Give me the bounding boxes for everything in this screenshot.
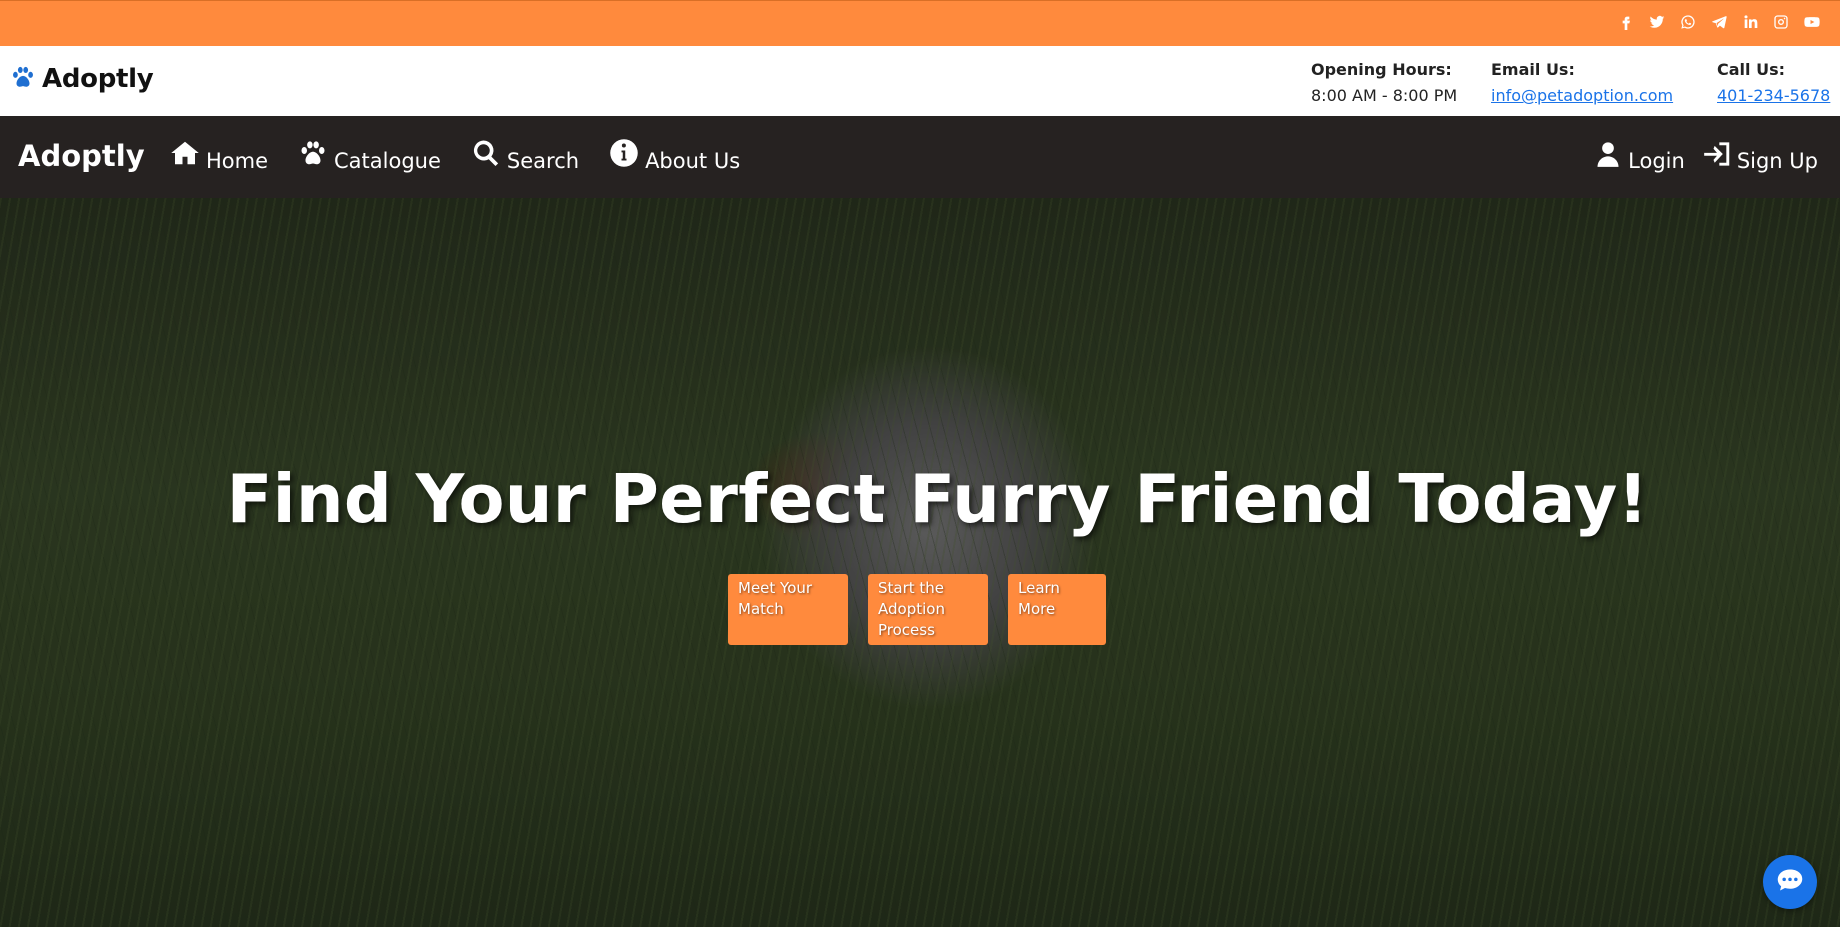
social-icons [1617,13,1820,30]
login-link[interactable]: Login [1594,140,1685,173]
learn-more-button[interactable]: Learn More [1008,574,1106,645]
hours-value: 8:00 AM - 8:00 PM [1311,86,1458,105]
email-us: Email Us: info@petadoption.com [1491,60,1673,105]
twitter-icon[interactable] [1648,13,1665,30]
nav-about[interactable]: About Us [609,138,740,173]
paw-icon [10,64,36,94]
signup-link[interactable]: Sign Up [1703,140,1818,173]
auth-links: Login Sign Up [1594,140,1818,173]
user-icon [1594,140,1622,173]
login-label: Login [1628,149,1685,173]
nav-catalogue-label: Catalogue [334,149,441,173]
hero-section: Find Your Perfect Furry Friend Today! Me… [0,198,1840,927]
call-us: Call Us: 401-234-5678 [1717,60,1830,105]
chat-icon [1776,866,1804,898]
facebook-icon[interactable] [1617,13,1634,30]
nav-brand[interactable]: Adoptly [18,139,145,173]
youtube-icon[interactable] [1803,13,1820,30]
phone-link[interactable]: 401-234-5678 [1717,86,1830,105]
nav-links: Home Catalogue Search About Us [170,138,740,173]
linkedin-icon[interactable] [1741,13,1758,30]
header-brand[interactable]: Adoptly [10,64,154,94]
chat-button[interactable] [1763,855,1817,909]
hero-buttons: Meet Your Match Start the Adoption Proce… [728,574,1106,645]
instagram-icon[interactable] [1772,13,1789,30]
signup-label: Sign Up [1736,149,1818,173]
hero-overlay [0,198,1840,927]
home-icon [170,138,200,173]
nav-catalogue[interactable]: Catalogue [298,138,441,173]
opening-hours: Opening Hours: 8:00 AM - 8:00 PM [1311,60,1457,105]
paw-icon [298,138,328,173]
telegram-icon[interactable] [1710,13,1727,30]
nav-about-label: About Us [645,149,741,173]
email-label: Email Us: [1491,60,1575,79]
social-bar [0,0,1840,46]
whatsapp-icon[interactable] [1679,13,1696,30]
nav-search-label: Search [506,149,580,173]
call-label: Call Us: [1717,60,1785,79]
main-nav: Adoptly Home Catalogue Search About Us L… [0,116,1840,198]
nav-home[interactable]: Home [170,138,268,173]
info-header: Adoptly Opening Hours: 8:00 AM - 8:00 PM… [0,46,1840,116]
sign-in-icon [1703,140,1731,173]
nav-search[interactable]: Search [471,138,579,173]
brand-name: Adoptly [42,64,154,94]
hours-label: Opening Hours: [1311,60,1452,79]
info-icon [609,138,639,173]
search-icon [471,138,501,173]
meet-your-match-button[interactable]: Meet Your Match [728,574,848,645]
hero-title: Find Your Perfect Furry Friend Today! [226,460,1649,538]
nav-home-label: Home [206,149,269,173]
start-adoption-button[interactable]: Start the Adoption Process [868,574,988,645]
email-link[interactable]: info@petadoption.com [1491,86,1673,105]
